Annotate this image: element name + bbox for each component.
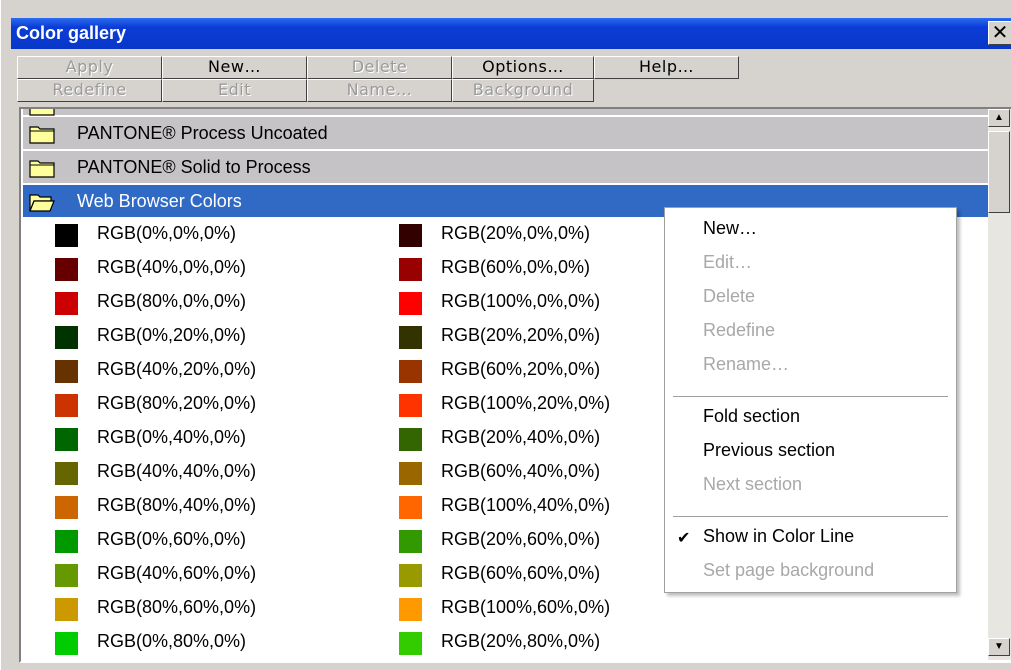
color-swatch — [55, 224, 78, 247]
redefine-button[interactable]: Redefine — [17, 79, 162, 102]
color-label: RGB(60%,60%,0%) — [441, 563, 601, 583]
color-swatch — [399, 428, 422, 451]
color-label: RGB(0%,0%,0%) — [97, 223, 237, 243]
color-label: RGB(40%,60%,0%) — [97, 563, 257, 583]
color-swatch — [399, 360, 422, 383]
menu-item-set-page-background[interactable]: Set page background — [703, 560, 874, 581]
color-gallery-window: Color gallery ✕ Apply New… Delete Option… — [0, 0, 1011, 670]
color-swatch — [399, 632, 422, 655]
color-label: RGB(100%,40%,0%) — [441, 495, 611, 515]
color-label: RGB(0%,80%,0%) — [97, 631, 247, 651]
edit-button[interactable]: Edit — [162, 79, 307, 102]
color-swatch — [55, 394, 78, 417]
color-swatch — [399, 496, 422, 519]
menu-item-next-section[interactable]: Next section — [703, 474, 802, 495]
arrow-down-icon: ▼ — [994, 641, 1004, 652]
section-label: PANTONE® Process Uncoated — [77, 123, 328, 143]
color-label: RGB(80%,0%,0%) — [97, 291, 247, 311]
folder-icon — [29, 160, 55, 178]
folder-icon — [29, 126, 55, 144]
color-swatch — [399, 462, 422, 485]
color-swatch — [399, 326, 422, 349]
color-swatch — [55, 564, 78, 587]
vertical-scrollbar[interactable]: ▲ ▼ — [988, 109, 1011, 660]
color-label: RGB(40%,20%,0%) — [97, 359, 257, 379]
color-swatch — [55, 360, 78, 383]
color-label: RGB(100%,0%,0%) — [441, 291, 601, 311]
color-swatch — [399, 394, 422, 417]
options-button[interactable]: Options… — [452, 56, 594, 79]
color-label: RGB(60%,40%,0%) — [441, 461, 601, 481]
color-swatch — [399, 530, 422, 553]
color-swatch — [399, 224, 422, 247]
color-label: RGB(20%,60%,0%) — [441, 529, 601, 549]
apply-button[interactable]: Apply — [17, 56, 162, 79]
menu-item-delete[interactable]: Delete — [703, 286, 755, 307]
color-swatch — [55, 496, 78, 519]
color-label: RGB(20%,40%,0%) — [441, 427, 601, 447]
color-label: RGB(0%,40%,0%) — [97, 427, 247, 447]
color-label: RGB(60%,20%,0%) — [441, 359, 601, 379]
color-swatch — [55, 258, 78, 281]
menu-item-fold-section[interactable]: Fold section — [703, 406, 800, 427]
menu-separator — [673, 516, 948, 517]
color-label: RGB(20%,0%,0%) — [441, 223, 591, 243]
color-label: RGB(100%,20%,0%) — [441, 393, 611, 413]
toolbar-row-1: Apply New… Delete Options… Help… — [17, 56, 739, 79]
section-label: PANTONE® Solid to Process — [77, 157, 311, 177]
color-swatch — [55, 292, 78, 315]
color-swatch — [55, 598, 78, 621]
color-label: RGB(20%,20%,0%) — [441, 325, 601, 345]
toolbar-row-2: Redefine Edit Name… Background — [17, 79, 739, 102]
color-label: RGB(80%,60%,0%) — [97, 597, 257, 617]
name-button[interactable]: Name… — [307, 79, 452, 102]
check-icon: ✔ — [677, 528, 691, 547]
background-button[interactable]: Background — [452, 79, 594, 102]
menu-separator — [673, 396, 948, 397]
menu-item-previous-section[interactable]: Previous section — [703, 440, 835, 461]
delete-button[interactable]: Delete — [307, 56, 452, 79]
open-folder-icon — [29, 194, 55, 212]
color-swatch — [55, 326, 78, 349]
menu-item-new[interactable]: New… — [703, 218, 757, 239]
color-swatch — [399, 564, 422, 587]
color-label: RGB(0%,60%,0%) — [97, 529, 247, 549]
scroll-up-button[interactable]: ▲ — [988, 109, 1010, 127]
new-button[interactable]: New… — [162, 56, 307, 79]
color-swatch — [55, 428, 78, 451]
title-bar[interactable]: Color gallery ✕ — [11, 18, 1011, 49]
help-button[interactable]: Help… — [594, 56, 739, 79]
folder-icon — [29, 109, 55, 116]
section-label: Web Browser Colors — [77, 191, 242, 211]
color-label: RGB(40%,0%,0%) — [97, 257, 247, 277]
color-label: RGB(80%,40%,0%) — [97, 495, 257, 515]
color-label: RGB(100%,60%,0%) — [441, 597, 611, 617]
color-label: RGB(60%,0%,0%) — [441, 257, 591, 277]
color-swatch — [399, 598, 422, 621]
color-swatch — [55, 632, 78, 655]
section-pantone-process-uncoated[interactable]: PANTONE® Process Uncoated — [23, 117, 997, 150]
color-swatch — [399, 258, 422, 281]
scroll-thumb[interactable] — [988, 131, 1010, 213]
close-icon: ✕ — [991, 20, 1009, 44]
menu-item-edit[interactable]: Edit… — [703, 252, 752, 273]
menu-item-redefine[interactable]: Redefine — [703, 320, 775, 341]
menu-item-show-in-color-line[interactable]: Show in Color Line — [703, 526, 854, 547]
scroll-down-button[interactable]: ▼ — [988, 638, 1010, 656]
close-button[interactable]: ✕ — [988, 21, 1011, 45]
color-label: RGB(20%,80%,0%) — [441, 631, 601, 651]
window-title: Color gallery — [16, 23, 127, 43]
context-menu: New… Edit… Delete Redefine Rename… Fold secti… — [664, 207, 957, 593]
color-swatch — [55, 462, 78, 485]
color-swatch — [55, 530, 78, 553]
arrow-up-icon: ▲ — [994, 112, 1004, 123]
section-partial[interactable] — [23, 109, 997, 116]
color-label: RGB(40%,40%,0%) — [97, 461, 257, 481]
color-swatch — [399, 292, 422, 315]
color-label: RGB(80%,20%,0%) — [97, 393, 257, 413]
color-label: RGB(0%,20%,0%) — [97, 325, 247, 345]
toolbar: Apply New… Delete Options… Help… Redefin… — [17, 56, 739, 102]
section-pantone-solid-to-process[interactable]: PANTONE® Solid to Process — [23, 151, 997, 184]
menu-item-rename[interactable]: Rename… — [703, 354, 789, 375]
